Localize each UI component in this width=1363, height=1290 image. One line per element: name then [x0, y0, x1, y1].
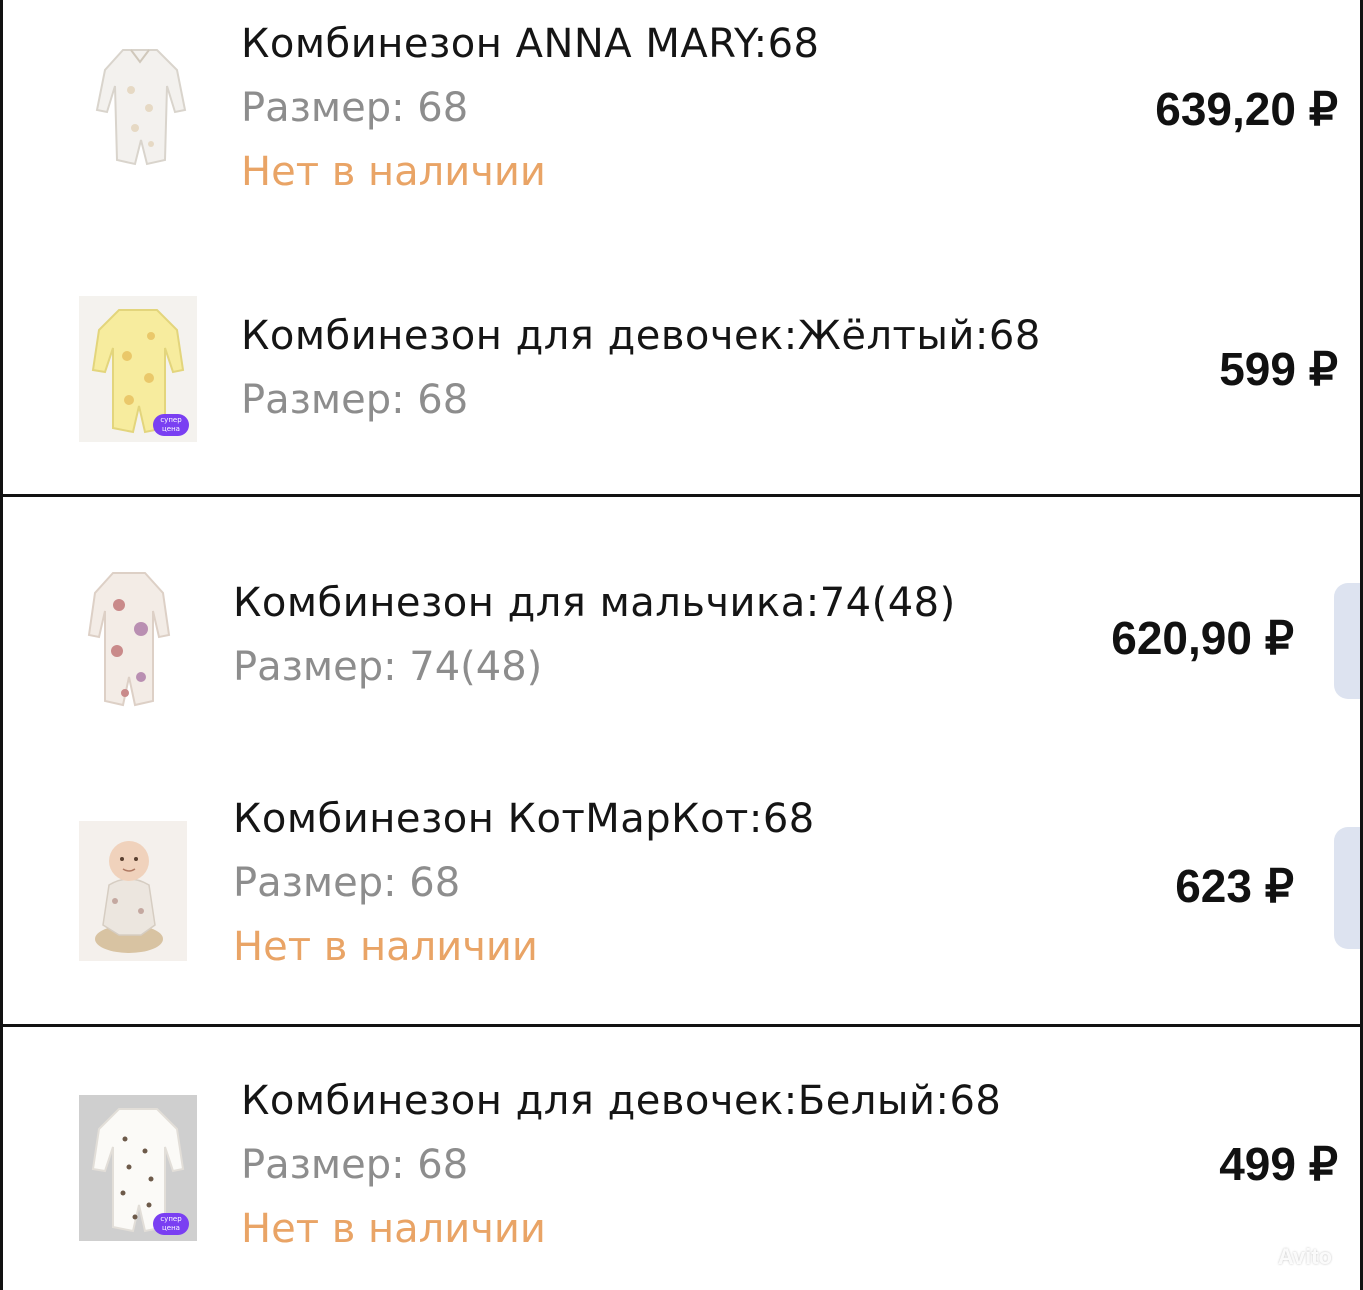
product-thumbnail[interactable]: супер цена — [79, 1095, 197, 1241]
cart-item[interactable]: Комбинезон ANNA MARY:68 Размер: 68 Нет в… — [3, 0, 1360, 230]
product-size: Размер: 68 — [233, 860, 461, 906]
product-name[interactable]: Комбинезон ANNA MARY:68 — [241, 20, 819, 68]
product-thumbnail[interactable]: супер цена — [79, 296, 197, 442]
out-of-stock-label: Нет в наличии — [233, 924, 538, 970]
product-size: Размер: 68 — [241, 377, 469, 423]
product-thumbnail[interactable] — [79, 821, 187, 961]
product-thumbnail[interactable] — [81, 40, 199, 176]
scroll-handle[interactable] — [1334, 583, 1360, 699]
cart-screenshot-3: супер цена Комбинезон для девочек:Белый:… — [0, 1027, 1363, 1290]
product-price: 623 ₽ — [1175, 860, 1294, 912]
product-thumbnail[interactable] — [79, 565, 179, 711]
product-price: 499 ₽ — [1219, 1138, 1338, 1190]
product-price: 639,20 ₽ — [1155, 83, 1338, 135]
product-price: 620,90 ₽ — [1111, 612, 1294, 664]
cart-item[interactable]: супер цена Комбинезон для девочек:Белый:… — [3, 1027, 1360, 1290]
super-price-badge: супер цена — [153, 414, 189, 436]
avito-watermark: Avito — [1277, 1244, 1332, 1269]
product-name[interactable]: Комбинезон для мальчика:74(48) — [233, 579, 956, 627]
product-price: 599 ₽ — [1219, 343, 1338, 395]
scroll-handle[interactable] — [1334, 827, 1360, 949]
product-size: Размер: 74(48) — [233, 644, 543, 690]
product-size: Размер: 68 — [241, 1142, 469, 1188]
cart-screenshot-2: Комбинезон для мальчика:74(48) Размер: 7… — [0, 497, 1363, 1027]
product-name[interactable]: Комбинезон для девочек:Жёлтый:68 — [241, 312, 1041, 360]
product-name[interactable]: Комбинезон для девочек:Белый:68 — [241, 1077, 1001, 1125]
cart-item[interactable]: Комбинезон КотМарКот:68 Размер: 68 Нет в… — [3, 787, 1360, 1007]
white-romper-image — [81, 40, 199, 176]
floral-romper-image — [79, 565, 179, 711]
product-name[interactable]: Комбинезон КотМарКот:68 — [233, 795, 815, 843]
super-price-badge: супер цена — [153, 1213, 189, 1235]
out-of-stock-label: Нет в наличии — [241, 149, 546, 195]
out-of-stock-label: Нет в наличии — [241, 1206, 546, 1252]
cart-screenshot-1: Комбинезон ANNA MARY:68 Размер: 68 Нет в… — [0, 0, 1363, 497]
baby-photo-image — [79, 821, 187, 961]
cart-item[interactable]: Комбинезон для мальчика:74(48) Размер: 7… — [3, 497, 1360, 737]
product-size: Размер: 68 — [241, 85, 469, 131]
cart-item[interactable]: супер цена Комбинезон для девочек:Жёлтый… — [3, 270, 1360, 470]
